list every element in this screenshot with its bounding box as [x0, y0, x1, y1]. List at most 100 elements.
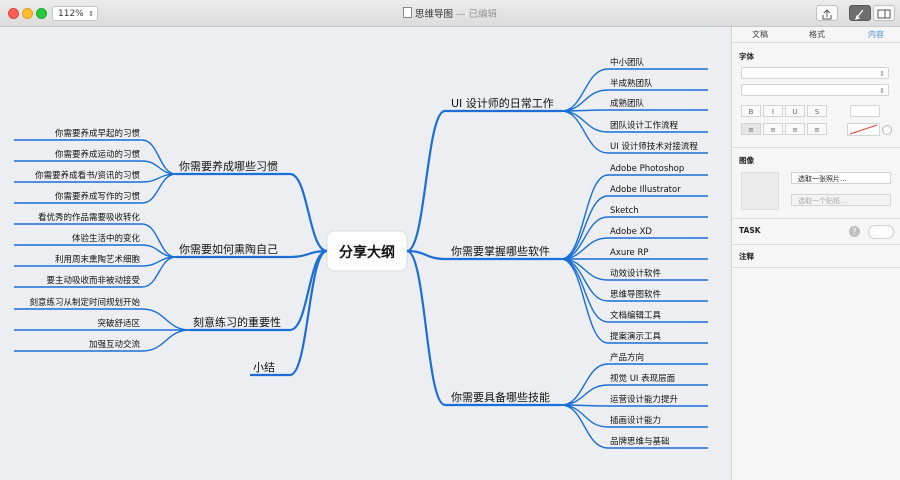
- sidebar-toggle-button[interactable]: [873, 5, 895, 21]
- subtopic[interactable]: 品牌思维与基础: [610, 436, 670, 447]
- subtopic[interactable]: 你需要养成早起的习惯: [55, 128, 141, 139]
- mindmap-svg: 分享大纲 UI 设计师的日常工作 中小团队半成熟团队成熟团队团队设计工作流程 UI 设…: [14, 57, 708, 449]
- subtopic[interactable]: 动效设计软件: [610, 268, 662, 279]
- subtopic[interactable]: 你需要养成运动的习惯: [55, 149, 141, 160]
- choose-sticker-select[interactable]: 选取一个贴纸...: [791, 194, 891, 206]
- align-center-button[interactable]: ≡: [763, 123, 783, 135]
- align-right-button[interactable]: ≡: [785, 123, 805, 135]
- font-size-field[interactable]: [850, 105, 880, 117]
- chevron-updown-icon: ⇕: [879, 70, 885, 78]
- branch-connector: [406, 109, 446, 253]
- subtopic[interactable]: 团队设计工作流程: [610, 120, 679, 131]
- branch-topic[interactable]: UI 设计师的日常工作: [451, 96, 554, 110]
- subtopic[interactable]: Adobe Photoshop: [610, 164, 684, 174]
- subtopic[interactable]: 看优秀的作品需要吸收转化: [38, 212, 141, 223]
- branch-topic[interactable]: 你需要具备哪些技能: [451, 390, 550, 404]
- subtopic[interactable]: 思维导图软件: [610, 289, 662, 300]
- subtopic[interactable]: 视觉 UI 表现层面: [610, 373, 676, 384]
- window-title: 思维导图 — 已编辑: [0, 6, 900, 20]
- subtopic[interactable]: 成熟团队: [610, 98, 645, 109]
- subtopic-connector: [560, 258, 609, 302]
- subtopic[interactable]: Adobe XD: [610, 227, 652, 237]
- central-topic[interactable]: 分享大纲: [326, 230, 408, 272]
- branch-topic[interactable]: 你需要掌握哪些软件: [451, 244, 550, 258]
- format-brush-button[interactable]: [849, 5, 871, 21]
- divider: [732, 147, 900, 148]
- subtopic[interactable]: 插画设计能力: [610, 415, 661, 426]
- subtopic-connector: [141, 223, 177, 258]
- subtopic[interactable]: 中小团队: [610, 57, 645, 68]
- text-color-well[interactable]: [847, 123, 895, 137]
- underline-button[interactable]: U: [785, 105, 805, 117]
- strikethrough-button[interactable]: S: [807, 105, 827, 117]
- branch-topic[interactable]: 小结: [253, 361, 275, 374]
- bold-button[interactable]: B: [741, 105, 761, 117]
- subtopic[interactable]: 刻意练习从制定时间规划开始: [29, 297, 140, 308]
- help-icon[interactable]: ?: [849, 226, 860, 237]
- subtopic-connector: [141, 139, 177, 175]
- divider: [732, 267, 900, 268]
- subtopic-connector: [141, 329, 191, 352]
- branch-topic[interactable]: 刻意练习的重要性: [193, 315, 281, 329]
- title-bar: 112% ⇕ 思维导图 — 已编辑: [0, 0, 900, 27]
- subtopic[interactable]: Axure RP: [610, 248, 649, 258]
- tab-content[interactable]: 内容: [868, 29, 884, 40]
- subtopic-connector: [560, 110, 609, 154]
- central-topic-label: 分享大纲: [339, 244, 395, 261]
- tab-format[interactable]: 格式: [809, 29, 825, 40]
- subtopic[interactable]: Sketch: [610, 206, 639, 216]
- subtopic-connector: [560, 89, 609, 112]
- subtopic[interactable]: 文档编辑工具: [610, 310, 662, 321]
- align-justify-button[interactable]: ≡: [807, 123, 827, 135]
- subtopic[interactable]: 利用周末熏陶艺术细胞: [55, 254, 141, 265]
- image-thumbnail[interactable]: [741, 172, 779, 210]
- share-button[interactable]: [816, 5, 838, 21]
- subtopic-connector: [560, 68, 609, 112]
- font-section-title: 字体: [739, 52, 754, 61]
- mindmap-canvas[interactable]: 分享大纲 UI 设计师的日常工作 中小团队半成熟团队成熟团队团队设计工作流程 UI 设…: [0, 27, 731, 480]
- app-window: 112% ⇕ 思维导图 — 已编辑 分享大纲 UI 设计师的日常工作 中小团队半成熟…: [0, 0, 900, 480]
- inspector-panel: 文稿 格式 内容 字体 ⇕ ⇕ B I U S ≡ ≡ ≡ ≡ 图像 选取一张照…: [731, 27, 900, 480]
- subtopic[interactable]: 你需要养成看书/资讯的习惯: [35, 170, 140, 181]
- font-style-select[interactable]: ⇕: [741, 84, 889, 96]
- image-section-title: 图像: [739, 156, 754, 165]
- subtopic[interactable]: 要主动吸收而非被动接受: [46, 275, 140, 286]
- edited-status: — 已编辑: [452, 9, 498, 20]
- italic-button[interactable]: I: [763, 105, 783, 117]
- subtopic-connector: [560, 258, 609, 344]
- align-left-button[interactable]: ≡: [741, 123, 761, 135]
- subtopic-connector: [560, 258, 609, 323]
- subtopic-connector: [560, 174, 609, 260]
- subtopic-connector: [141, 308, 191, 331]
- subtopic[interactable]: 提案演示工具: [610, 331, 662, 342]
- branch-topic[interactable]: 你需要如何熏陶自己: [179, 242, 278, 256]
- task-toggle[interactable]: [868, 225, 894, 239]
- divider: [732, 218, 900, 219]
- subtopic[interactable]: 运营设计能力提升: [610, 394, 679, 405]
- font-family-select[interactable]: ⇕: [741, 67, 889, 79]
- tab-document[interactable]: 文稿: [752, 29, 768, 40]
- chevron-updown-icon: ⇕: [879, 87, 885, 95]
- brush-icon: [855, 9, 864, 20]
- notes-section-title: 注释: [739, 252, 754, 261]
- document-title: 思维导图: [414, 9, 453, 20]
- subtopic[interactable]: 体验生活中的变化: [72, 233, 141, 244]
- subtopic-connector: [560, 216, 609, 260]
- branch-connector: [289, 249, 328, 377]
- subtopic[interactable]: 加强互动交流: [89, 339, 141, 350]
- subtopic-connector: [560, 404, 609, 428]
- subtopic[interactable]: Adobe Illustrator: [610, 185, 681, 195]
- subtopic[interactable]: 突破舒适区: [97, 318, 140, 329]
- task-section-title: TASK: [739, 226, 761, 235]
- subtopic[interactable]: 你需要养成写作的习惯: [55, 191, 141, 202]
- subtopic[interactable]: 半成熟团队: [610, 78, 653, 89]
- choose-photo-button[interactable]: 选取一张照片...: [791, 172, 891, 184]
- subtopic[interactable]: 产品方向: [610, 352, 644, 363]
- share-icon: [822, 9, 832, 20]
- divider: [732, 244, 900, 245]
- branch-topic[interactable]: 你需要养成哪些习惯: [179, 159, 278, 173]
- subtopic-connector: [560, 195, 609, 260]
- branch-connector: [406, 249, 446, 407]
- branch-connector: [289, 172, 328, 253]
- subtopic[interactable]: UI 设计师技术对接流程: [610, 141, 698, 152]
